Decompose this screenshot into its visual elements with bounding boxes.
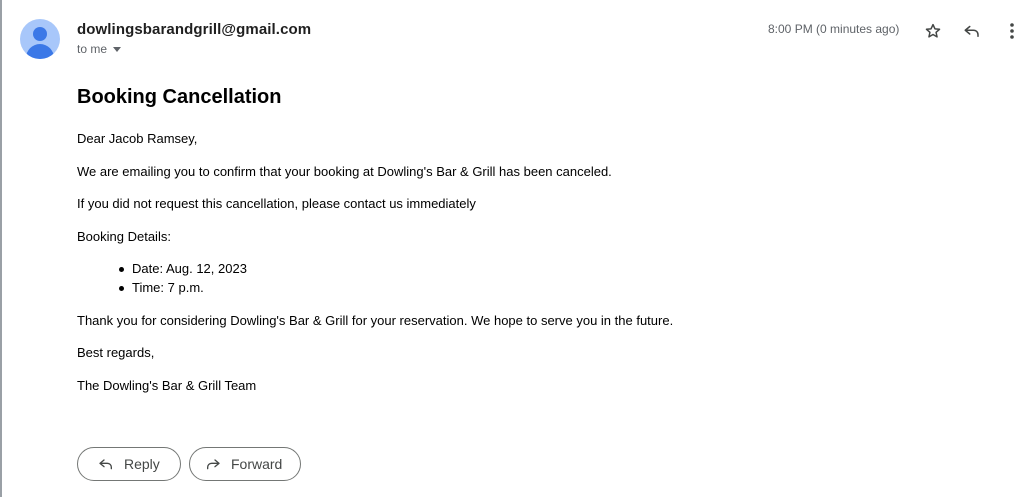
email-subject: Booking Cancellation (77, 86, 282, 108)
body-paragraph: We are emailing you to confirm that your… (77, 163, 612, 179)
signature: The Dowling's Bar & Grill Team (77, 377, 257, 393)
detail-date: Date: Aug. 12, 2023 (132, 261, 247, 276)
reply-icon (98, 456, 114, 472)
timestamp: 8:00 PM (0 minutes ago) (768, 22, 900, 36)
reply-icon-button[interactable] (959, 18, 985, 44)
avatar[interactable] (20, 19, 60, 59)
reply-button[interactable]: Reply (77, 447, 181, 481)
recipient-label: to me (77, 42, 108, 56)
forward-button[interactable]: Forward (189, 447, 301, 481)
bullet-icon (119, 286, 124, 291)
details-list: Date: Aug. 12, 2023 Time: 7 p.m. (77, 261, 977, 296)
sign-off: Best regards, (77, 345, 155, 360)
body-paragraph: Thank you for considering Dowling's Bar … (77, 312, 674, 328)
recipient-details-toggle[interactable]: to me (77, 42, 122, 56)
email-view: dowlingsbarandgrill@gmail.com to me 8:00… (0, 0, 1028, 497)
list-item: Time: 7 p.m. (119, 280, 977, 296)
forward-icon (205, 456, 221, 472)
reply-icon (963, 22, 981, 40)
avatar-body-shape (26, 44, 54, 59)
star-button[interactable] (920, 18, 946, 44)
forward-button-label: Forward (231, 456, 283, 472)
sender-email[interactable]: dowlingsbarandgrill@gmail.com (77, 21, 311, 38)
details-heading: Booking Details: (77, 228, 171, 244)
greeting: Dear Jacob Ramsey, (77, 131, 198, 146)
reply-button-label: Reply (124, 456, 160, 472)
star-icon (924, 22, 942, 40)
avatar-head-shape (33, 27, 47, 41)
detail-time: Time: 7 p.m. (132, 280, 204, 295)
more-vert-icon (1009, 22, 1015, 40)
list-item: Date: Aug. 12, 2023 (119, 261, 977, 277)
body-paragraph: If you did not request this cancellation… (77, 196, 476, 211)
chevron-down-icon (113, 47, 122, 52)
more-options-button[interactable] (999, 18, 1025, 44)
email-body: Dear Jacob Ramsey, We are emailing you t… (77, 131, 977, 410)
bullet-icon (119, 267, 124, 272)
